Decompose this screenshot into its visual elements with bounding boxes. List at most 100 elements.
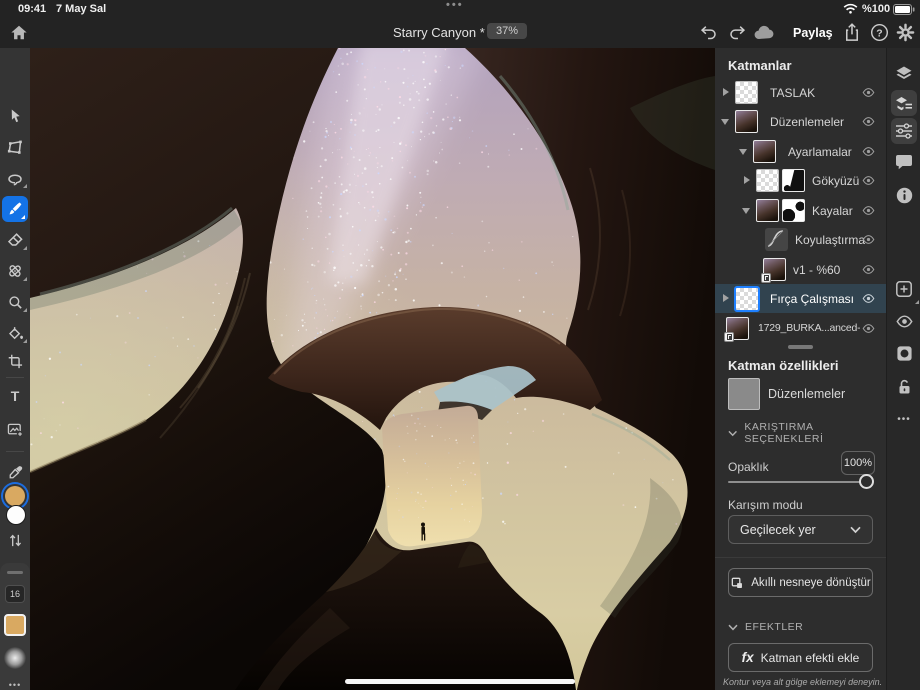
brush-softness-preview[interactable] (4, 647, 26, 669)
visibility-eye-icon[interactable] (862, 322, 875, 335)
brush-color-swatch[interactable] (4, 614, 26, 636)
visibility-eye-icon[interactable] (862, 204, 875, 217)
layer-thumbnail[interactable] (756, 169, 779, 192)
add-layer-icon[interactable] (891, 276, 917, 302)
visibility-eye-icon[interactable] (862, 263, 875, 276)
redo-button[interactable] (726, 21, 748, 43)
blend-mode-dropdown[interactable]: Geçilecek yer (728, 515, 873, 544)
visibility-eye-icon[interactable] (862, 292, 875, 305)
panel-resize-handle[interactable] (788, 345, 813, 349)
layer-thumbnail[interactable] (734, 286, 760, 312)
adjustments-sliders-icon[interactable] (891, 118, 917, 144)
smart-object-thumbnail[interactable] (726, 317, 749, 340)
layers-view-icon[interactable] (891, 60, 917, 86)
blend-mode-value: Geçilecek yer (740, 523, 816, 537)
opacity-slider-knob[interactable] (859, 474, 874, 489)
visibility-eye-icon[interactable] (862, 174, 875, 187)
share-button[interactable]: Paylaş (780, 21, 846, 44)
blending-section-header[interactable]: KARIŞTIRMA SEÇENEKLERİ (728, 421, 886, 445)
crop-tool[interactable] (0, 348, 30, 374)
fill-tool[interactable] (0, 320, 30, 346)
layer-row[interactable]: Kayalar (715, 196, 886, 225)
drag-handle[interactable] (7, 571, 23, 574)
layer-thumbnail[interactable] (735, 81, 758, 104)
layer-row[interactable]: v1 - %60 (715, 255, 886, 284)
arch-window (382, 406, 482, 547)
subtool-indicator (23, 339, 27, 343)
help-button[interactable]: ? (868, 21, 890, 43)
eraser-tool[interactable] (0, 227, 30, 253)
settings-gear-icon[interactable] (894, 21, 916, 43)
svg-text:?: ? (876, 28, 882, 39)
zoom-level-badge[interactable]: 37% (487, 23, 527, 39)
visibility-eye-icon[interactable] (862, 115, 875, 128)
layer-row[interactable]: Gökyüzü (715, 166, 886, 195)
home-indicator[interactable] (345, 679, 575, 684)
app-toolbar: Starry Canyon * 37% Paylaş ? (0, 18, 920, 48)
background-color-swatch[interactable] (6, 505, 26, 525)
layer-row[interactable]: Ayarlamalar (715, 137, 886, 166)
brush-size-field[interactable]: 16 (5, 585, 25, 603)
more-options-button[interactable]: ••• (0, 680, 30, 690)
layer-mask-thumbnail[interactable] (782, 199, 805, 222)
layer-thumbnail[interactable] (735, 110, 758, 133)
layer-mask-thumbnail[interactable] (782, 169, 805, 192)
undo-button[interactable] (697, 21, 719, 43)
layer-row[interactable]: Düzenlemeler (715, 107, 886, 136)
lasso-tool[interactable] (0, 165, 30, 191)
disclosure-icon[interactable] (721, 119, 729, 125)
cloud-sync-icon[interactable] (753, 21, 775, 43)
layer-thumbnail[interactable] (756, 199, 779, 222)
comments-icon[interactable] (891, 148, 917, 174)
healing-brush-tool[interactable] (0, 258, 30, 284)
eyedropper-tool[interactable] (0, 459, 30, 485)
disclosure-icon[interactable] (742, 208, 750, 214)
more-panel-options-button[interactable]: ••• (891, 406, 917, 432)
brush-tool-selected[interactable] (2, 196, 28, 222)
effects-hint-text: Kontur veya alt gölge eklemeyi deneyin. (723, 677, 886, 687)
layer-thumbnail[interactable] (753, 140, 776, 163)
document-title-text: Starry Canyon * (393, 25, 485, 40)
layer-row-selected[interactable]: Fırça Çalışması (715, 284, 886, 313)
visibility-eye-icon[interactable] (862, 86, 875, 99)
layer-row[interactable]: 1729_BURKA...anced-NR33 (715, 314, 886, 343)
layer-list-view-icon[interactable] (891, 90, 917, 116)
magnifier-tool[interactable] (0, 289, 30, 315)
disclosure-icon[interactable] (723, 294, 729, 302)
disclosure-icon[interactable] (744, 176, 750, 184)
subtool-indicator (23, 184, 27, 188)
type-tool[interactable]: T (0, 383, 30, 409)
wifi-icon (843, 3, 858, 17)
convert-smart-object-button[interactable]: Akıllı nesneye dönüştür (728, 568, 873, 597)
swap-colors-button[interactable] (0, 527, 30, 553)
foreground-color-swatch[interactable] (5, 486, 25, 506)
add-layer-effect-button[interactable]: fx Katman efekti ekle (728, 643, 873, 672)
layer-label: Fırça Çalışması (770, 292, 854, 306)
curves-adjustment-thumbnail[interactable] (765, 228, 788, 251)
move-tool[interactable] (0, 103, 30, 129)
subtool-indicator (23, 277, 27, 281)
battery-percent: %100 (862, 3, 890, 15)
info-icon[interactable] (891, 182, 917, 208)
layer-mask-icon[interactable] (891, 340, 917, 366)
export-icon[interactable] (841, 21, 863, 43)
layer-row[interactable]: Koyulaştırma (715, 225, 886, 254)
disclosure-icon[interactable] (739, 149, 747, 155)
unlock-icon[interactable] (891, 373, 917, 399)
layer-row[interactable]: TASLAK (715, 78, 886, 107)
opacity-value-field[interactable]: 100% (841, 451, 875, 475)
disclosure-icon[interactable] (723, 88, 729, 96)
place-photo-tool[interactable] (0, 417, 30, 443)
home-button[interactable] (8, 21, 30, 43)
opacity-slider-track[interactable] (728, 481, 873, 483)
document-title[interactable]: Starry Canyon * (393, 25, 501, 40)
transform-tool[interactable] (0, 134, 30, 160)
smart-object-thumbnail[interactable] (763, 258, 786, 281)
document-canvas[interactable] (30, 48, 715, 690)
multitask-indicator[interactable]: ••• (446, 0, 464, 11)
visibility-eye-icon[interactable] (862, 233, 875, 246)
effects-section-header[interactable]: EFEKTLER (728, 621, 803, 633)
layer-label: TASLAK (770, 86, 815, 100)
visibility-eye-icon[interactable] (862, 145, 875, 158)
visibility-eye-icon[interactable] (891, 308, 917, 334)
